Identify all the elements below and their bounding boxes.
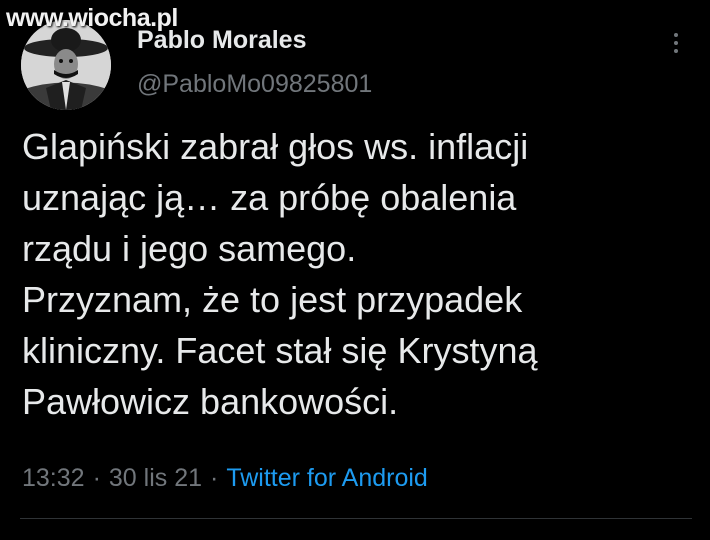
tweet-source-link[interactable]: Twitter for Android [226,464,427,492]
avatar-photo-icon [21,20,111,110]
tweet-time[interactable]: 13:32 [22,464,85,492]
author-handle[interactable]: @PabloMo09825801 [137,70,372,99]
divider [20,518,692,519]
tweet-line: Przyznam, że to jest przypadek [22,279,523,320]
watermark: www.wiocha.pl [6,4,178,32]
tweet-line: kliniczny. Facet stał się Krystyną [22,330,538,371]
tweet-date[interactable]: 30 lis 21 [109,464,202,492]
tweet-line: Glapiński zabrał głos ws. inflacji [22,126,529,167]
avatar[interactable] [21,20,111,110]
tweet-meta: 13:32 · 30 lis 21 · Twitter for Android [22,464,428,493]
tweet-line: rządu i jego samego. [22,228,357,269]
tweet-line: uznając ją… za próbę obalenia [22,177,517,218]
tweet-line: Pawłowicz bankowości. [22,381,399,422]
meta-separator: · [92,464,101,492]
more-vertical-icon[interactable] [666,28,686,58]
tweet-text: Glapiński zabrał głos ws. inflacji uznaj… [22,121,692,427]
meta-separator: · [210,464,219,492]
